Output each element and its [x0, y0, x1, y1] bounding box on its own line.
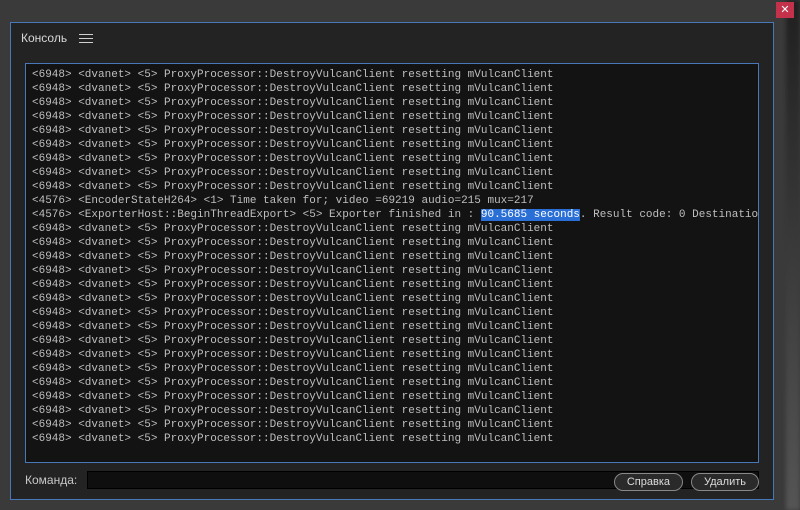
log-line: <6948> <dvanet> <5> ProxyProcessor::Dest… [32, 376, 752, 390]
log-line: <6948> <dvanet> <5> ProxyProcessor::Dest… [32, 292, 752, 306]
log-line: <4576> <ExporterHost::BeginThreadExport>… [32, 208, 752, 222]
button-row: Справка Удалить [614, 473, 759, 491]
log-line: <6948> <dvanet> <5> ProxyProcessor::Dest… [32, 96, 752, 110]
panel-header: Консоль [11, 23, 773, 53]
log-line: <6948> <dvanet> <5> ProxyProcessor::Dest… [32, 334, 752, 348]
log-line: <6948> <dvanet> <5> ProxyProcessor::Dest… [32, 138, 752, 152]
log-line: <6948> <dvanet> <5> ProxyProcessor::Dest… [32, 432, 752, 446]
close-button[interactable]: ✕ [776, 2, 794, 18]
log-line: <4576> <EncoderStateH264> <1> Time taken… [32, 194, 752, 208]
panel-title: Консоль [21, 31, 67, 45]
log-line: <6948> <dvanet> <5> ProxyProcessor::Dest… [32, 68, 752, 82]
help-button[interactable]: Справка [614, 473, 683, 491]
highlighted-text: 90.5685 seconds [481, 209, 580, 221]
log-line: <6948> <dvanet> <5> ProxyProcessor::Dest… [32, 362, 752, 376]
log-line: <6948> <dvanet> <5> ProxyProcessor::Dest… [32, 110, 752, 124]
log-line: <6948> <dvanet> <5> ProxyProcessor::Dest… [32, 390, 752, 404]
console-panel: Консоль <6948> <dvanet> <5> ProxyProcess… [10, 22, 774, 500]
log-line: <6948> <dvanet> <5> ProxyProcessor::Dest… [32, 124, 752, 138]
log-line: <6948> <dvanet> <5> ProxyProcessor::Dest… [32, 222, 752, 236]
log-line: <6948> <dvanet> <5> ProxyProcessor::Dest… [32, 250, 752, 264]
log-container: <6948> <dvanet> <5> ProxyProcessor::Dest… [25, 63, 759, 463]
log-line: <6948> <dvanet> <5> ProxyProcessor::Dest… [32, 348, 752, 362]
log-line: <6948> <dvanet> <5> ProxyProcessor::Dest… [32, 236, 752, 250]
log-line: <6948> <dvanet> <5> ProxyProcessor::Dest… [32, 306, 752, 320]
command-label: Команда: [25, 473, 77, 487]
log-line: <6948> <dvanet> <5> ProxyProcessor::Dest… [32, 418, 752, 432]
hamburger-icon[interactable] [79, 31, 93, 46]
background-strip [786, 0, 800, 510]
log-line: <6948> <dvanet> <5> ProxyProcessor::Dest… [32, 166, 752, 180]
log-line: <6948> <dvanet> <5> ProxyProcessor::Dest… [32, 278, 752, 292]
log-line: <6948> <dvanet> <5> ProxyProcessor::Dest… [32, 82, 752, 96]
log-line: <6948> <dvanet> <5> ProxyProcessor::Dest… [32, 264, 752, 278]
log-line: <6948> <dvanet> <5> ProxyProcessor::Dest… [32, 180, 752, 194]
log-output[interactable]: <6948> <dvanet> <5> ProxyProcessor::Dest… [26, 64, 758, 462]
log-line: <6948> <dvanet> <5> ProxyProcessor::Dest… [32, 152, 752, 166]
app-window: ✕ Консоль <6948> <dvanet> <5> ProxyProce… [0, 0, 800, 510]
log-line: <6948> <dvanet> <5> ProxyProcessor::Dest… [32, 404, 752, 418]
log-line: <6948> <dvanet> <5> ProxyProcessor::Dest… [32, 320, 752, 334]
delete-button[interactable]: Удалить [691, 473, 759, 491]
